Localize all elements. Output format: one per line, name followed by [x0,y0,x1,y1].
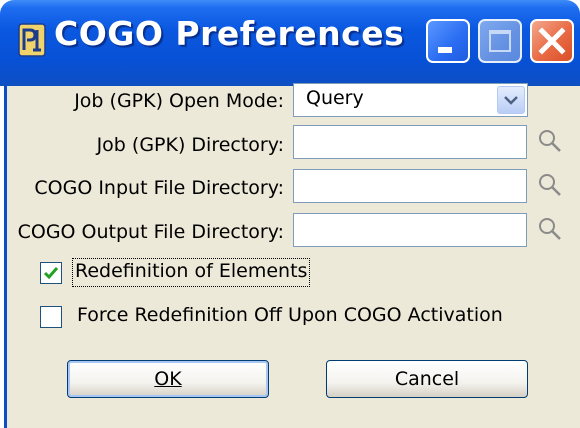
magnifier-icon[interactable] [537,128,563,154]
chevron-down-icon [504,96,518,105]
maximize-button[interactable] [478,19,522,63]
redefinition-checkbox[interactable] [40,262,62,284]
cancel-button[interactable]: Cancel [326,360,528,398]
magnifier-icon[interactable] [537,172,563,198]
minimize-button[interactable] [426,19,470,63]
close-icon [538,27,566,55]
job-directory-label: Job (GPK) Directory: [96,134,284,156]
cancel-button-label: Cancel [394,368,460,390]
title-bar[interactable]: COGO Preferences [0,0,580,86]
output-directory-label: COGO Output File Directory: [17,221,284,243]
job-directory-input[interactable] [293,125,527,159]
dropdown-button[interactable] [497,86,525,114]
open-mode-select[interactable]: Query [293,83,528,117]
magnifier-icon[interactable] [537,216,563,242]
minimize-icon [438,47,452,53]
ok-button[interactable]: OK [67,360,269,398]
maximize-icon [489,30,511,52]
cogo-preferences-dialog: COGO Preferences Job (GPK) Open Mode: Qu… [0,0,580,428]
force-redefinition-checkbox[interactable] [40,306,62,328]
output-directory-input[interactable] [293,213,527,247]
force-redefinition-label[interactable]: Force Redefinition Off Upon COGO Activat… [77,304,503,326]
input-directory-input[interactable] [293,169,527,203]
close-button[interactable] [530,19,574,63]
ok-button-label: OK [154,368,182,390]
window-title: COGO Preferences [54,14,405,53]
checkmark-icon [43,267,59,280]
open-mode-label: Job (GPK) Open Mode: [74,90,284,112]
input-directory-label: COGO Input File Directory: [34,177,284,199]
microstation-app-icon [18,23,46,57]
redefinition-label[interactable]: Redefinition of Elements [75,260,307,282]
open-mode-value: Query [306,87,364,109]
